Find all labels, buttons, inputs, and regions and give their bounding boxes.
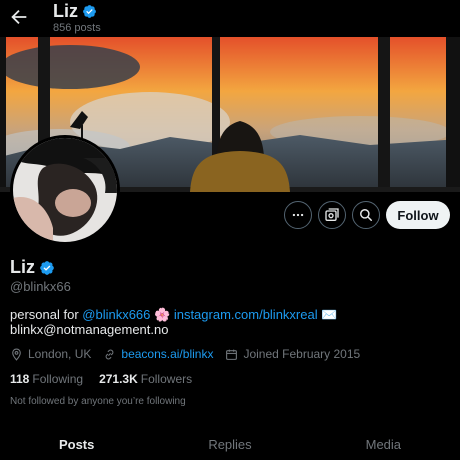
location-item: London, UK [10,347,91,361]
avatar[interactable] [10,135,120,245]
profile-meta: London, UK beacons.ai/blinkx Joined Febr… [10,347,372,361]
followers-label: Followers [140,372,193,386]
followers-stat[interactable]: 271.3K Followers [99,372,192,386]
verified-badge-icon[interactable] [39,260,55,276]
follow-stats: 118 Following 271.3K Followers [10,372,192,386]
bio-mention-link[interactable]: @blinkx666 [82,307,150,322]
back-arrow-icon[interactable] [8,6,30,28]
post-count: 856 posts [53,22,101,34]
profile-name-text: Liz [10,257,35,277]
location-text: London, UK [28,347,92,361]
search-icon [360,209,372,221]
website-link[interactable]: beacons.ai/blinkx [121,347,213,361]
profile-tabs: Posts Replies Media [0,430,460,460]
calendar-icon [226,349,238,360]
tab-posts[interactable]: Posts [0,430,153,460]
website-item[interactable]: beacons.ai/blinkx [103,347,213,361]
flower-emoji-icon: 🌸 [154,307,171,322]
tab-media[interactable]: Media [307,430,460,460]
bio-email: blinkx@notmanagement.no [10,322,169,337]
joined-text: Joined February 2015 [243,347,361,361]
following-label: Following [32,372,84,386]
avatar-image [13,138,117,242]
joined-item: Joined February 2015 [225,347,360,361]
profile-name: Liz [10,257,55,278]
more-dots-icon [292,213,304,217]
following-stat[interactable]: 118 Following [10,372,83,386]
subscribe-button[interactable] [318,201,346,229]
profile-handle: @blinkx66 [10,279,71,294]
search-profile-button[interactable] [352,201,380,229]
header-name: Liz [53,1,78,21]
verified-badge-icon [83,5,96,18]
not-followed-notice: Not followed by anyone you’re following [10,396,186,407]
profile-bio: personal for @blinkx666 🌸 instagram.com/… [10,307,450,337]
bio-url-link[interactable]: instagram.com/blinkxreal [174,307,318,322]
envelope-emoji-icon: ✉️ [321,307,338,322]
followers-count: 271.3K [99,372,138,386]
following-count: 118 [10,372,30,386]
link-icon [106,349,114,359]
follow-button[interactable]: Follow [386,201,450,229]
tab-replies[interactable]: Replies [153,430,306,460]
header-title: Liz [53,1,97,22]
location-pin-icon [12,348,21,361]
subscribe-icon [325,208,339,221]
bio-prefix: personal for [10,307,83,322]
more-options-button[interactable] [284,201,312,229]
top-bar: Liz 856 posts [0,0,460,38]
